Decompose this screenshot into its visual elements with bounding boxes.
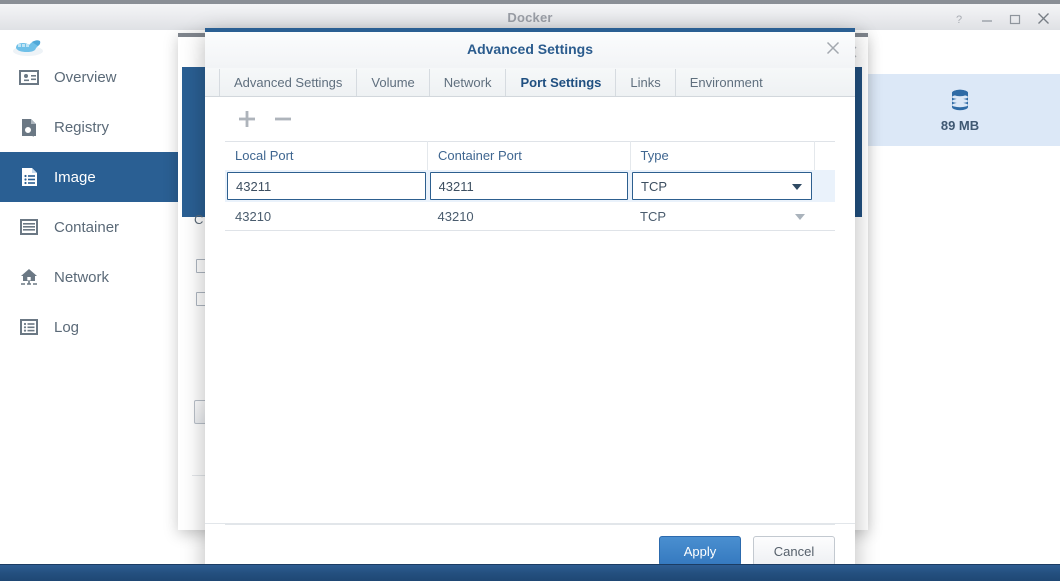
tab-advanced-settings[interactable]: Advanced Settings [219,68,356,97]
log-icon [18,316,40,338]
type-value: TCP [640,208,667,224]
image-icon [18,166,40,188]
footer-buttons: Apply Cancel [659,536,835,566]
network-icon [18,266,40,288]
cell-local-port: 43210 [225,202,428,230]
taskbar[interactable] [0,564,1060,581]
window-controls: ? [953,12,1050,25]
column-header-container-port: Container Port [427,141,631,170]
advanced-settings-dialog: Advanced Settings Advanced Settings Volu… [205,28,855,581]
sidebar-item-image[interactable]: Image [0,152,180,202]
tab-port-settings[interactable]: Port Settings [505,68,615,103]
sidebar-item-label: Network [54,268,110,286]
sidebar-item-overview[interactable]: Overview [0,52,180,102]
column-header-type: Type [630,141,815,170]
screen: Docker ? Overview Registry Image Contain… [0,0,1060,581]
window-titlebar: Docker ? [0,0,1060,30]
table-row[interactable]: TCP [225,170,835,202]
minimize-button[interactable] [981,13,993,25]
tab-environment[interactable]: Environment [674,68,777,97]
sidebar: Overview Registry Image Container Networ… [0,30,180,564]
type-select[interactable]: TCP [632,172,813,200]
cell-spacer [814,202,835,230]
close-button[interactable] [1037,12,1050,25]
sidebar-item-log[interactable]: Log [0,302,180,352]
background-dialog-label: C [194,212,204,227]
cancel-button[interactable]: Cancel [753,536,835,566]
maximize-button[interactable] [1009,13,1021,25]
dialog-tabs: Advanced Settings Volume Network Port Se… [205,68,855,103]
tab-links[interactable]: Links [615,68,674,97]
sidebar-item-network[interactable]: Network [0,252,180,302]
table-header-row: Local Port Container Port Type [225,141,835,170]
overview-icon [18,66,40,88]
sidebar-item-label: Log [54,318,80,336]
help-button[interactable]: ? [953,13,965,25]
tab-label: Port Settings [520,75,602,90]
sidebar-nav: Overview Registry Image Container Networ… [0,52,180,352]
svg-text:?: ? [956,14,962,25]
column-header-spacer [814,141,835,170]
cell-local-port [225,170,428,202]
sidebar-item-container[interactable]: Container [0,202,180,252]
container-icon [18,216,40,238]
image-size-card[interactable]: 89 MB [860,74,1060,146]
column-header-local-port: Local Port [225,141,429,170]
container-port-input[interactable] [429,172,629,200]
local-port-input[interactable] [227,172,426,200]
type-select-value: TCP [641,178,668,194]
tab-label: Links [630,75,661,90]
tab-network[interactable]: Network [428,68,506,97]
cell-type: TCP [630,202,815,230]
sidebar-item-label: Registry [54,118,110,136]
dialog-titlebar: Advanced Settings [205,32,855,68]
dialog-body: Local Port Container Port Type 43211 432… [205,97,855,552]
sidebar-item-label: Overview [54,68,117,86]
footer-divider [225,524,835,525]
cell-container-port [427,170,631,202]
dialog-title: Advanced Settings [466,41,594,57]
cell-type: TCP [630,170,815,202]
database-icon [949,88,971,114]
tab-label: Advanced Settings [234,75,343,90]
plus-icon[interactable] [237,109,257,129]
image-size-label: 89 MB [940,117,980,133]
apply-button[interactable]: Apply [659,536,741,566]
tab-label: Environment [689,75,763,90]
minus-icon[interactable] [273,109,293,129]
tab-label: Volume [371,75,415,90]
sidebar-item-registry[interactable]: Registry [0,102,180,152]
tab-volume[interactable]: Volume [356,68,428,97]
sidebar-item-label: Container [54,218,120,236]
port-table-toolbar [225,97,835,141]
table-row[interactable]: 43210 43210 TCP [225,202,835,230]
window-title: Docker [507,10,553,25]
chevron-down-icon [792,184,803,190]
close-icon[interactable] [825,40,843,58]
cell-spacer [814,170,835,202]
cell-container-port: 43210 [427,202,631,230]
port-settings-table: Local Port Container Port Type 43211 432… [225,141,835,230]
chevron-down-icon[interactable] [795,214,806,220]
sidebar-item-label: Image [54,168,96,186]
table-bottom-divider [225,230,835,231]
registry-icon [18,116,40,138]
tab-label: Network [443,75,492,90]
